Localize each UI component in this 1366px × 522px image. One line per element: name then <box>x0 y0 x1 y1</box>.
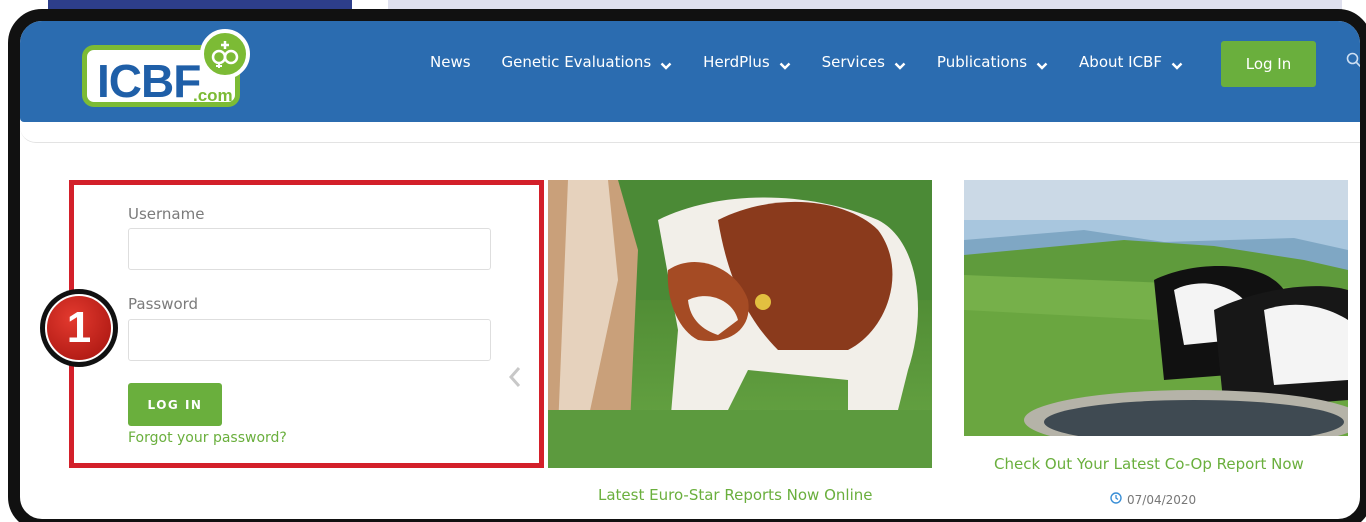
chevron-down-icon <box>660 57 672 70</box>
chevron-down-icon <box>894 57 906 70</box>
nav-item-publications[interactable]: Publications <box>937 53 1048 71</box>
search-icon[interactable] <box>1346 52 1360 72</box>
login-submit-button[interactable]: LOG IN <box>128 383 222 426</box>
logo-emblem-icon <box>200 29 250 79</box>
step-number-badge: 1 <box>40 289 118 367</box>
nav-item-about-icbf[interactable]: About ICBF <box>1079 53 1183 71</box>
article-date: 07/04/2020 <box>1110 492 1196 507</box>
clock-icon <box>1110 492 1122 507</box>
chevron-down-icon <box>1171 57 1183 70</box>
step-number: 1 <box>45 294 113 362</box>
article-title[interactable]: Check Out Your Latest Co-Op Report Now <box>994 455 1304 473</box>
logo-suffix: .com <box>193 86 233 105</box>
forgot-password-link[interactable]: Forgot your password? <box>128 430 287 446</box>
nav-item-genetic-evaluations[interactable]: Genetic Evaluations <box>502 53 673 71</box>
main-nav: News Genetic Evaluations HerdPlus Servic… <box>430 53 1214 71</box>
nav-item-label: About ICBF <box>1079 53 1162 71</box>
username-input[interactable] <box>128 228 491 270</box>
header-bottom-strip <box>20 122 1360 143</box>
carousel-prev-icon[interactable] <box>508 365 522 396</box>
nav-item-services[interactable]: Services <box>822 53 906 71</box>
article-title[interactable]: Latest Euro-Star Reports Now Online <box>598 486 872 504</box>
site-logo[interactable]: ICBF .com <box>82 29 252 115</box>
nav-item-herdplus[interactable]: HerdPlus <box>703 53 790 71</box>
site-header: ICBF .com News Genetic Evaluations HerdP… <box>20 21 1360 122</box>
article-date-text: 07/04/2020 <box>1127 492 1197 507</box>
nav-item-label: News <box>430 53 471 71</box>
chevron-down-icon <box>779 57 791 70</box>
article-image-cows-pasture[interactable] <box>548 180 932 468</box>
nav-item-label: Publications <box>936 53 1028 71</box>
password-label: Password <box>128 295 199 313</box>
logo-text: ICBF <box>97 55 201 107</box>
nav-item-label: HerdPlus <box>703 53 770 71</box>
password-input[interactable] <box>128 319 491 361</box>
header-login-button[interactable]: Log In <box>1221 41 1316 87</box>
username-label: Username <box>128 205 205 223</box>
chevron-down-icon <box>1036 57 1048 70</box>
article-image-cows-coast[interactable] <box>964 180 1348 436</box>
nav-item-news[interactable]: News <box>430 53 471 71</box>
nav-item-label: Services <box>821 53 885 71</box>
device-frame: ICBF .com News Genetic Evaluations HerdP… <box>8 9 1366 522</box>
nav-item-label: Genetic Evaluations <box>501 53 652 71</box>
